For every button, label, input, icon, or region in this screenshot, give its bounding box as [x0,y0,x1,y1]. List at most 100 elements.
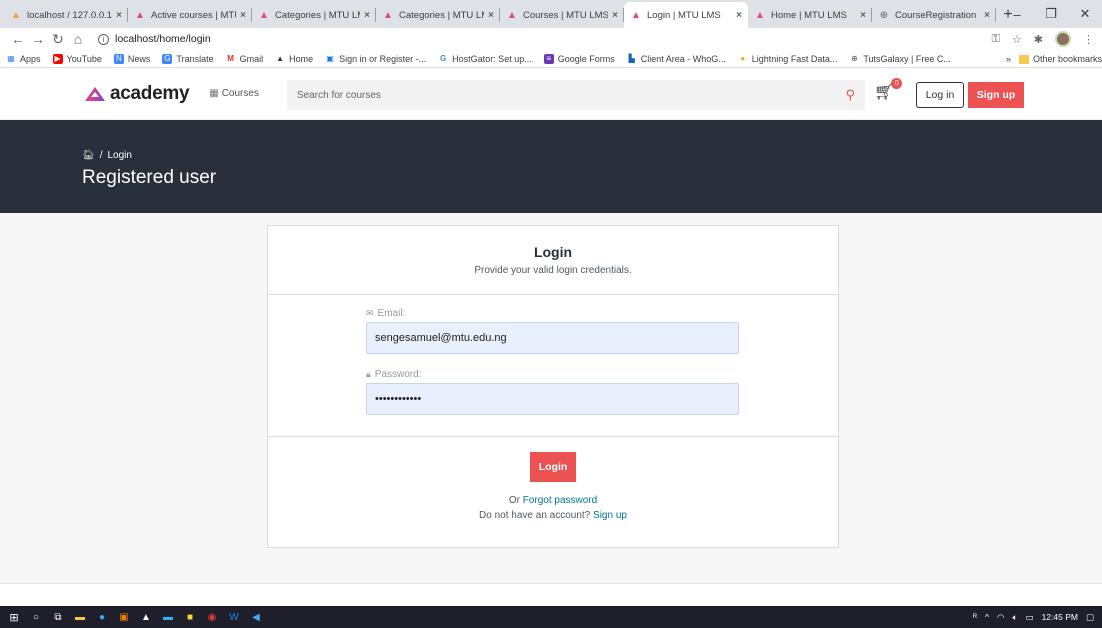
page-title: Registered user [82,167,217,188]
bookmark-hostgator[interactable]: G HostGator: Set up... [438,54,532,64]
browser-tab[interactable]: ⊕ CourseRegistration × [872,2,996,28]
close-icon[interactable]: × [984,10,990,21]
browser-tab-active[interactable]: ▲ Login | MTU LMS × [624,2,748,28]
system-tray: ᴿ ^ ◠ 🔈︎ ▭ 12:45 PM ▢ [973,606,1094,628]
search-bar: ⚲ [287,80,865,110]
edge-icon[interactable]: ● [94,610,110,624]
notifications-icon[interactable]: ▢ [1086,612,1094,623]
signup-button[interactable]: Sign up [968,82,1024,108]
folder-icon [1018,54,1029,64]
info-icon[interactable]: i [98,33,109,45]
signup-link[interactable]: Sign up [593,510,627,521]
browser-tab[interactable]: ▲ localhost / 127.0.0.1 × [4,2,128,28]
mail-icon[interactable]: ▬ [160,610,176,624]
star-icon[interactable]: ☆ [1012,33,1022,46]
people-icon[interactable]: ᴿ [973,612,977,622]
forgot-password-link[interactable]: Forgot password [523,495,597,506]
close-window-icon[interactable]: ✕ [1068,0,1102,28]
cart-button[interactable]: 🛒︎ 0 [874,78,903,102]
home-icon[interactable]: ⌂ [68,31,88,47]
bookmark-lightning[interactable]: ● Lightning Fast Data... [738,54,837,64]
more-bookmarks-icon[interactable]: » [1006,54,1011,64]
restore-icon[interactable]: ❐ [1034,0,1068,28]
login-card: Login Provide your valid login credentia… [267,225,839,548]
forgot-password-line: Or Forgot password [508,495,598,506]
url-field[interactable]: i localhost/home/login [98,33,211,45]
bookmark-home[interactable]: ▲ Home [275,54,313,64]
close-icon[interactable]: × [364,10,370,21]
word-icon[interactable]: W [226,610,242,624]
bookmark-apps[interactable]: ▦ Apps [6,54,40,64]
forms-icon: ≡ [543,53,554,64]
login-button[interactable]: Log in [916,82,964,108]
file-explorer-icon[interactable]: ▬ [72,610,88,624]
password-label: 🔒︎ Password: [366,369,422,380]
windows-start-icon[interactable]: ⊞ [6,610,22,624]
browser-tab[interactable]: ▲ Categories | MTU LMS × [376,2,500,28]
key-icon[interactable]: ⚿ [992,33,1000,46]
bookmark-google-forms[interactable]: ≡ Google Forms [543,53,615,64]
login-form: ✉ Email: 🔒︎ Password: [268,295,838,437]
bookmark-news[interactable]: N News [113,53,150,64]
home-icon[interactable]: 🏠︎ [82,150,95,161]
bookmark-youtube[interactable]: ▶ YouTube [52,53,102,64]
academy-icon: ▲ [755,9,765,21]
battery-icon[interactable]: ▭ [1026,612,1034,623]
browser-tab[interactable]: ▲ Courses | MTU LMS × [500,2,624,28]
login-card-footer: Login Or Forgot password Do not have an … [268,437,838,521]
courses-menu[interactable]: ▦ Courses [209,88,259,99]
back-icon[interactable]: ← [8,31,28,47]
close-icon[interactable]: × [116,10,122,21]
academy-icon: ▲ [507,9,517,21]
chrome-icon[interactable]: ◉ [204,610,220,624]
browser-tab[interactable]: ▲ Active courses | MTU × [128,2,252,28]
login-title: Login [533,244,573,260]
search-input[interactable] [297,89,846,101]
clock[interactable]: 12:45 PM [1042,612,1078,622]
login-submit-button[interactable]: Login [530,452,576,482]
reload-icon[interactable]: ↻ [48,31,68,48]
bookmark-client-area[interactable]: ▙ Client Area - WhoG... [627,54,726,64]
close-icon[interactable]: × [736,10,742,21]
windows-taskbar: ⊞ ○ ⧉ ▬ ● ▣ ▲ ▬ ■ ◉ W ◀ ᴿ ^ ◠ 🔈︎ ▭ 12:45… [0,606,1102,628]
volume-icon[interactable]: 🔈︎ [1012,612,1017,623]
breadcrumb: 🏠︎ / Login [82,150,132,161]
vscode-icon[interactable]: ◀ [248,610,264,624]
close-icon[interactable]: × [240,10,246,21]
login-card-header: Login Provide your valid login credentia… [268,226,838,295]
bookmark-tutsgalaxy[interactable]: ⊕ TutsGalaxy | Free C... [849,54,951,64]
close-icon[interactable]: × [488,10,494,21]
globe-icon: ⊕ [879,9,889,21]
bookmark-translate[interactable]: G Translate [162,53,214,64]
app-icon[interactable]: ▣ [116,610,132,624]
bookmark-sign-in[interactable]: ▣ Sign in or Register -... [325,54,426,64]
translate-icon: G [162,53,173,64]
bookmarks-bar: ▦ Apps ▶ YouTube N News G Translate M Gmail ▲… [0,50,1102,68]
close-icon[interactable]: × [612,10,618,21]
chevron-up-icon[interactable]: ^ [985,612,989,622]
google-icon: G [440,54,447,63]
task-view-icon[interactable]: ⧉ [50,610,66,624]
login-subtitle: Provide your valid login credentials. [474,265,632,276]
menu-icon[interactable]: ⋮ [1083,33,1094,46]
forward-icon[interactable]: → [28,31,48,47]
search-icon[interactable]: ⚲ [845,87,855,103]
breadcrumb-current: Login [107,150,132,161]
store-icon[interactable]: ▲ [138,610,154,624]
password-field[interactable] [366,383,739,415]
email-field[interactable] [366,322,739,354]
minimize-icon[interactable]: – [1000,0,1034,28]
sticky-notes-icon[interactable]: ■ [182,610,198,624]
profile-avatar[interactable] [1055,31,1071,47]
search-icon[interactable]: ○ [28,610,44,624]
bookmark-gmail[interactable]: M Gmail [226,54,263,64]
browser-tab[interactable]: ▲ Categories | MTU LMS × [252,2,376,28]
site-logo[interactable]: academy [84,83,190,105]
grid-icon: ▦ [209,88,219,99]
browser-tab[interactable]: ▲ Home | MTU LMS × [748,2,872,28]
extensions-icon[interactable]: ✱ [1034,33,1043,46]
wifi-icon[interactable]: ◠ [997,612,1004,623]
close-icon[interactable]: × [860,10,866,21]
lock-icon: 🔒︎ [366,369,371,379]
other-bookmarks[interactable]: » Other bookmarks [999,50,1102,67]
